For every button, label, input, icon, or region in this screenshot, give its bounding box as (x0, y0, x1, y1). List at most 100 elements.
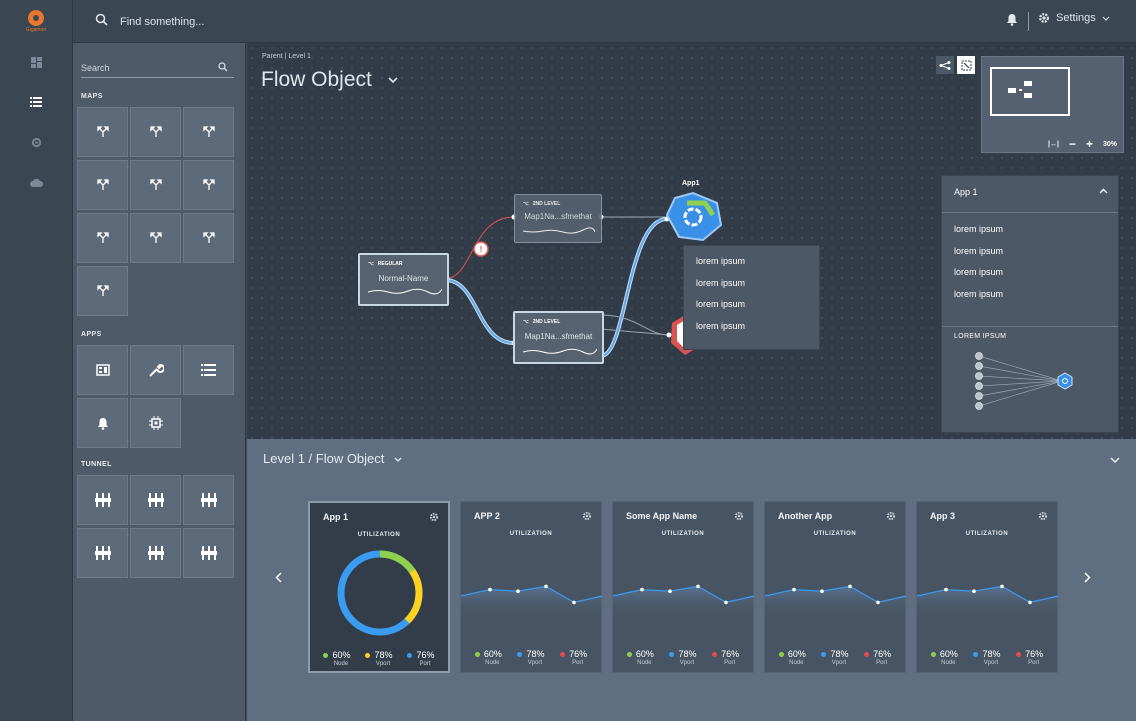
tunnel-tile[interactable] (77, 528, 128, 578)
legend-label: Port (876, 660, 888, 666)
level2-node-bottom[interactable]: ⌥ 2ND LEVEL Map1Na...sfmethat (513, 311, 604, 364)
minimap-controls: |↔| − + 30% (982, 136, 1123, 152)
gigamon-logo[interactable]: Gigamon (20, 10, 52, 34)
app-utilization-card[interactable]: App 3 UTILIZATION 60% Node 78% Vport 76% Port (916, 501, 1059, 673)
tunnel-tile[interactable] (183, 528, 234, 578)
app-tile[interactable] (77, 398, 128, 448)
context-menu-item[interactable]: lorem ipsum (696, 278, 745, 288)
app-utilization-card[interactable]: APP 2 UTILIZATION 60% Node 78% Vport 76% Port (460, 501, 603, 673)
map-tile[interactable] (77, 160, 128, 210)
map-tile[interactable] (183, 213, 234, 263)
app-utilization-card[interactable]: Some App Name UTILIZATION 60% Node 78% Vport 7… (612, 501, 755, 673)
app-node-label[interactable]: App1 (682, 180, 700, 187)
app-tile[interactable] (183, 345, 234, 395)
utilization-label: UTILIZATION (509, 531, 553, 537)
card-legend: 60% Node 78% Vport 76% Port (613, 649, 753, 666)
map-tile[interactable] (130, 213, 181, 263)
legend-dot (1016, 651, 1022, 657)
app-utilization-card[interactable]: App 1 UTILIZATION 60% Node 78% Vport 76% Port (308, 501, 450, 673)
line-chart (917, 584, 1059, 620)
global-search-input[interactable] (120, 13, 420, 31)
top-bar: Settings (73, 0, 1136, 43)
app-tile[interactable] (77, 345, 128, 395)
minimap-viewport[interactable] (990, 67, 1070, 116)
app-tile[interactable] (130, 398, 181, 448)
tunnel-icon (200, 493, 217, 507)
context-menu-item[interactable]: lorem ipsum (696, 256, 745, 266)
chevron-up-icon[interactable] (1099, 188, 1108, 194)
list-icon[interactable] (26, 92, 46, 112)
legend-label: Vport (375, 661, 391, 667)
legend-dot (864, 651, 870, 657)
legend-value: 76% (873, 649, 892, 659)
carousel-next-icon[interactable] (1084, 572, 1091, 583)
legend-item: 78% Vport (517, 649, 544, 666)
gear-icon[interactable] (26, 132, 46, 152)
card-legend: 60% Node 78% Vport 76% Port (461, 649, 601, 666)
legend-label: Port (419, 661, 431, 667)
chart-point (792, 587, 796, 592)
app-tile[interactable] (130, 345, 181, 395)
dashboard-icon[interactable] (26, 52, 46, 72)
tunnel-tile[interactable] (130, 475, 181, 525)
gear-icon[interactable] (429, 512, 439, 522)
info-panel-title: App 1 (954, 187, 978, 197)
collapse-panel-icon[interactable] (1110, 457, 1120, 463)
fit-width-icon[interactable]: |↔| (1048, 141, 1059, 148)
node-sparkline (523, 348, 597, 355)
legend-value: 60% (787, 649, 806, 659)
carousel-prev-icon[interactable] (275, 572, 282, 583)
legend-value: 60% (483, 649, 502, 659)
map-tile[interactable] (77, 213, 128, 263)
legend-label: Port (572, 660, 584, 666)
gear-icon[interactable] (886, 511, 896, 521)
search-icon (218, 62, 228, 72)
section-title-apps: APPS (81, 331, 102, 338)
flow-canvas[interactable]: Parent | Level 1 Flow Object ! App1 ⌥ REG… (247, 43, 1136, 439)
map-icon (96, 126, 109, 138)
map-tile[interactable] (77, 266, 128, 316)
tunnel-tile[interactable] (183, 475, 234, 525)
zoom-in-button[interactable]: + (1086, 137, 1093, 151)
chart-point (572, 600, 576, 605)
tunnel-icon (147, 546, 164, 560)
map-tile[interactable] (77, 107, 128, 157)
palette-search-field[interactable]: Search (81, 59, 234, 78)
gear-icon[interactable] (582, 511, 592, 521)
map-tile[interactable] (183, 160, 234, 210)
map-tile[interactable] (130, 160, 181, 210)
legend-item: 78% Vport (669, 649, 696, 666)
gear-icon[interactable] (734, 511, 744, 521)
map-tile[interactable] (130, 107, 181, 157)
chevron-down-icon (1102, 16, 1110, 21)
chevron-down-icon[interactable] (394, 457, 402, 462)
tunnel-tile[interactable] (77, 475, 128, 525)
bottom-panel: Level 1 / Flow Object App 1 UTILIZATION 60… (247, 439, 1136, 721)
context-menu-item[interactable]: lorem ipsum (696, 299, 745, 309)
map-tile[interactable] (183, 107, 234, 157)
utilization-label: UTILIZATION (965, 531, 1009, 537)
app-utilization-card[interactable]: Another App UTILIZATION 60% Node 78% Vport 76%… (764, 501, 907, 673)
level2-node-top[interactable]: ⌥ 2ND LEVEL Map1Na...sfmethat (514, 194, 602, 243)
map-icon (202, 126, 215, 138)
settings-menu[interactable]: Settings (1038, 12, 1110, 24)
zoom-out-button[interactable]: − (1069, 137, 1076, 151)
select-tool-button[interactable] (957, 56, 975, 74)
gear-icon[interactable] (1038, 511, 1048, 521)
legend-label: Node (637, 660, 652, 666)
search-icon[interactable] (95, 13, 108, 26)
cloud-icon[interactable] (26, 172, 46, 192)
legend-dot (407, 652, 413, 658)
line-chart (765, 584, 907, 620)
chart-point (516, 589, 520, 593)
tunnel-tile[interactable] (130, 528, 181, 578)
context-menu-item[interactable]: lorem ipsum (696, 321, 745, 331)
utilization-label: UTILIZATION (661, 531, 705, 537)
chart-point (488, 587, 492, 592)
minimap[interactable]: |↔| − + 30% (981, 56, 1124, 153)
connect-tool-button[interactable] (936, 56, 954, 74)
bell-icon[interactable] (1006, 13, 1018, 26)
regular-node[interactable]: ⌥ REGULAR Normal-Name (358, 253, 449, 306)
chart-point (724, 600, 728, 605)
svg-text:!: ! (480, 245, 483, 254)
